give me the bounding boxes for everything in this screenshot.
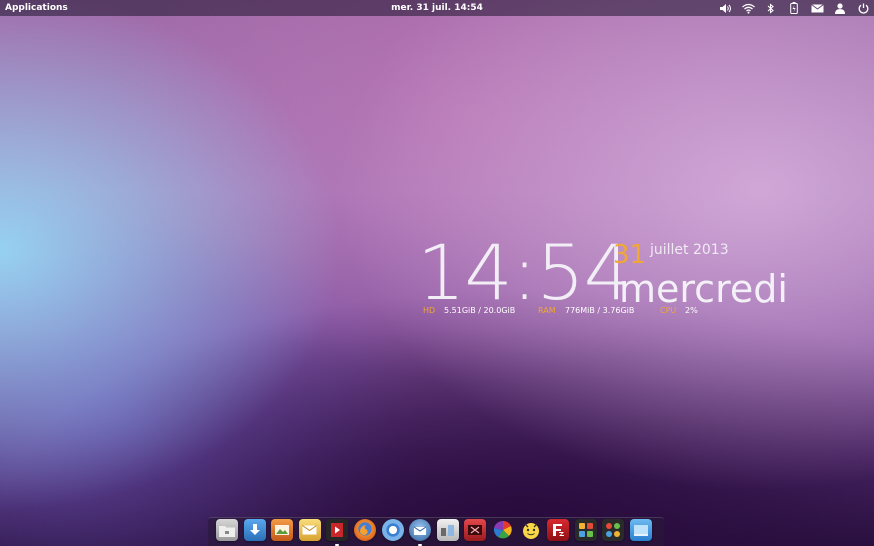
screen-recorder-icon[interactable]	[464, 519, 487, 541]
hd-value: 5.51GiB / 20.0GiB	[444, 306, 516, 315]
app-launcher-icon[interactable]	[602, 519, 625, 541]
downloads-icon[interactable]	[243, 519, 266, 541]
mail-client-icon[interactable]	[298, 519, 321, 541]
skype-icon[interactable]	[520, 519, 542, 541]
cpu-label: CPU	[660, 306, 677, 315]
desktop-clock-widget: 14:54 31 juillet 2013 mercredi HD 5.51Gi…	[0, 0, 874, 546]
desktop-icon[interactable]	[629, 519, 652, 541]
filezilla-icon[interactable]	[547, 519, 570, 541]
system-monitor-icon[interactable]	[436, 519, 459, 541]
widget-weekday: mercredi	[619, 267, 788, 311]
firefox-icon[interactable]	[353, 519, 376, 541]
dock-icons	[216, 519, 658, 546]
hd-label: HD	[423, 306, 436, 315]
files-icon[interactable]	[216, 519, 238, 541]
app-grid-icon[interactable]	[574, 519, 597, 541]
chromium-icon[interactable]	[381, 519, 404, 541]
ram-label: RAM	[538, 306, 556, 315]
widget-month-year: juillet 2013	[650, 242, 729, 258]
photos-icon[interactable]	[271, 519, 294, 541]
cpu-value: 2%	[685, 306, 698, 315]
thunderbird-icon[interactable]	[409, 519, 432, 546]
ram-value: 776MiB / 3.76GiB	[565, 306, 635, 315]
picasa-icon[interactable]	[492, 519, 514, 541]
video-player-icon[interactable]	[326, 519, 349, 546]
